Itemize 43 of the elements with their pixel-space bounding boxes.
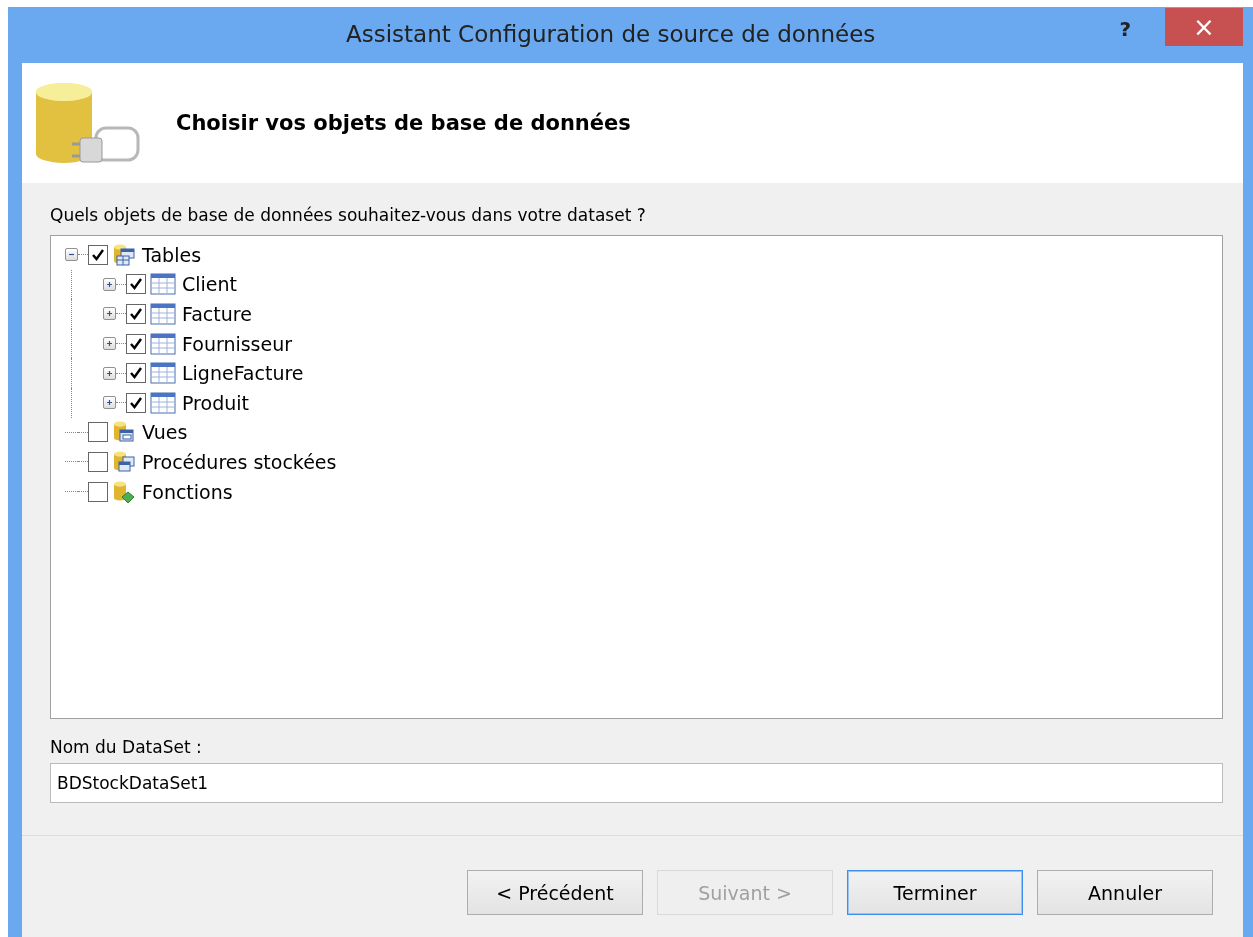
tree-prompt: Quels objets de base de données souhaitez-vous dans votre dataset ? [50, 205, 647, 225]
tree-item-label[interactable]: Facture [182, 303, 252, 325]
database-table-icon [112, 242, 136, 267]
tree-item-label[interactable]: Vues [142, 421, 188, 444]
checkbox[interactable] [88, 481, 108, 502]
database-windows-icon [112, 449, 136, 474]
dataset-name-field[interactable]: BDStockDataSet1 [50, 763, 1223, 803]
help-button[interactable]: ? [1119, 17, 1131, 41]
tree-item-label[interactable]: Tables [142, 243, 202, 266]
table-icon [150, 273, 176, 296]
wizard-button[interactable]: Terminer [847, 870, 1023, 915]
tree-item-label[interactable]: Fonctions [142, 480, 233, 503]
expand-icon[interactable] [103, 396, 116, 410]
expand-icon[interactable] [103, 366, 116, 380]
checkbox[interactable] [88, 451, 108, 472]
tree-item-label[interactable]: LigneFacture [182, 362, 304, 385]
checkbox[interactable] [126, 304, 146, 324]
table-icon [150, 391, 176, 414]
tree-item-label[interactable]: Fournisseur [182, 332, 293, 355]
dataset-name-label: Nom du DataSet : [50, 737, 203, 757]
close-button[interactable]: × [1165, 8, 1243, 46]
database-diamond-icon [112, 479, 136, 504]
checkbox[interactable] [126, 392, 146, 413]
wizard-button[interactable]: < Précédent [467, 870, 643, 915]
tree-item-label[interactable]: Client [182, 273, 237, 296]
expand-icon[interactable] [103, 307, 116, 321]
database-window-icon [112, 420, 136, 445]
tree-item-label[interactable]: Procédures stockées [142, 450, 337, 473]
table-icon [150, 362, 176, 385]
checkbox[interactable] [88, 244, 108, 265]
expand-icon[interactable] [103, 277, 116, 291]
expand-icon[interactable] [103, 337, 116, 351]
page-heading: Choisir vos objets de base de données [176, 111, 631, 135]
checkbox[interactable] [126, 363, 146, 384]
tree-item-label[interactable]: Produit [182, 391, 249, 414]
checkbox[interactable] [126, 333, 146, 354]
checkbox[interactable] [126, 274, 146, 295]
checkbox[interactable] [88, 422, 108, 443]
window-title: Assistant Configuration de source de données [345, 20, 877, 47]
table-icon [150, 332, 176, 355]
table-icon [150, 303, 176, 325]
wizard-button[interactable]: Annuler [1037, 870, 1213, 915]
collapse-icon[interactable] [65, 248, 78, 262]
